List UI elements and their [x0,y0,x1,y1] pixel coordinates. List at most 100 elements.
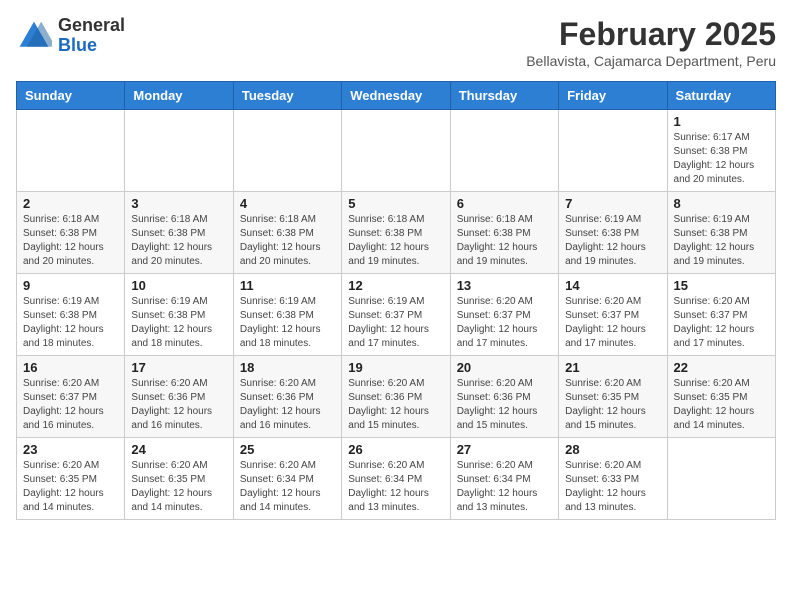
day-info: Sunrise: 6:20 AM Sunset: 6:35 PM Dayligh… [131,459,226,515]
day-info: Sunrise: 6:20 AM Sunset: 6:36 PM Dayligh… [240,377,335,433]
day-info: Sunrise: 6:20 AM Sunset: 6:36 PM Dayligh… [348,377,443,433]
calendar-cell: 8 Sunrise: 6:19 AM Sunset: 6:38 PM Daylig… [667,192,775,274]
day-number: 18 [240,360,335,375]
calendar-cell: 23 Sunrise: 6:20 AM Sunset: 6:35 PM Dayli… [17,438,125,520]
calendar-cell: 5 Sunrise: 6:18 AM Sunset: 6:38 PM Daylig… [342,192,450,274]
logo-icon [16,18,52,54]
calendar-cell [559,110,667,192]
calendar-cell: 19Sunrise: 6:20 AM Sunset: 6:36 PM Dayli… [342,356,450,438]
page-title: February 2025 [526,16,776,53]
calendar-cell: 7 Sunrise: 6:19 AM Sunset: 6:38 PM Daylig… [559,192,667,274]
day-number: 23 [23,442,118,457]
day-info: Sunrise: 6:20 AM Sunset: 6:35 PM Dayligh… [674,377,769,433]
day-info: Sunrise: 6:20 AM Sunset: 6:37 PM Dayligh… [23,377,118,433]
logo: General Blue [16,16,125,56]
calendar-cell [125,110,233,192]
calendar-cell: 11 Sunrise: 6:19 AM Sunset: 6:38 PM Dayli… [233,274,341,356]
calendar-week-row: 2 Sunrise: 6:18 AM Sunset: 6:38 PM Daylig… [17,192,776,274]
calendar-cell [667,438,775,520]
calendar-cell [342,110,450,192]
day-info: Sunrise: 6:20 AM Sunset: 6:36 PM Dayligh… [131,377,226,433]
calendar-cell [233,110,341,192]
day-info: Sunrise: 6:20 AM Sunset: 6:37 PM Dayligh… [457,295,552,351]
calendar-cell: 10 Sunrise: 6:19 AM Sunset: 6:38 PM Dayli… [125,274,233,356]
day-number: 17 [131,360,226,375]
calendar-cell: 21 Sunrise: 6:20 AM Sunset: 6:35 PM Dayli… [559,356,667,438]
calendar-week-row: 23 Sunrise: 6:20 AM Sunset: 6:35 PM Dayli… [17,438,776,520]
calendar-cell: 9 Sunrise: 6:19 AM Sunset: 6:38 PM Daylig… [17,274,125,356]
day-info: Sunrise: 6:18 AM Sunset: 6:38 PM Dayligh… [131,213,226,269]
calendar-cell: 26 Sunrise: 6:20 AM Sunset: 6:34 PM Dayli… [342,438,450,520]
calendar-week-row: 16 Sunrise: 6:20 AM Sunset: 6:37 PM Dayli… [17,356,776,438]
day-number: 27 [457,442,552,457]
weekday-header: Monday [125,82,233,110]
day-info: Sunrise: 6:20 AM Sunset: 6:33 PM Dayligh… [565,459,660,515]
day-number: 12 [348,278,443,293]
calendar-cell: 4Sunrise: 6:18 AM Sunset: 6:38 PM Daylig… [233,192,341,274]
day-number: 11 [240,278,335,293]
weekday-header: Sunday [17,82,125,110]
calendar-cell: 12Sunrise: 6:19 AM Sunset: 6:37 PM Dayli… [342,274,450,356]
day-number: 15 [674,278,769,293]
day-info: Sunrise: 6:18 AM Sunset: 6:38 PM Dayligh… [348,213,443,269]
day-number: 14 [565,278,660,293]
logo-text: General Blue [58,16,125,56]
day-number: 28 [565,442,660,457]
page-subtitle: Bellavista, Cajamarca Department, Peru [526,53,776,69]
day-info: Sunrise: 6:19 AM Sunset: 6:38 PM Dayligh… [674,213,769,269]
calendar-cell: 3 Sunrise: 6:18 AM Sunset: 6:38 PM Daylig… [125,192,233,274]
day-info: Sunrise: 6:19 AM Sunset: 6:38 PM Dayligh… [565,213,660,269]
day-info: Sunrise: 6:20 AM Sunset: 6:36 PM Dayligh… [457,377,552,433]
calendar-cell [17,110,125,192]
calendar-cell: 15 Sunrise: 6:20 AM Sunset: 6:37 PM Dayli… [667,274,775,356]
calendar-week-row: 9 Sunrise: 6:19 AM Sunset: 6:38 PM Daylig… [17,274,776,356]
day-number: 7 [565,196,660,211]
day-info: Sunrise: 6:19 AM Sunset: 6:38 PM Dayligh… [240,295,335,351]
day-info: Sunrise: 6:20 AM Sunset: 6:37 PM Dayligh… [565,295,660,351]
calendar-cell: 17 Sunrise: 6:20 AM Sunset: 6:36 PM Dayli… [125,356,233,438]
day-info: Sunrise: 6:20 AM Sunset: 6:34 PM Dayligh… [457,459,552,515]
day-info: Sunrise: 6:17 AM Sunset: 6:38 PM Dayligh… [674,131,769,187]
day-number: 9 [23,278,118,293]
calendar-table: SundayMondayTuesdayWednesdayThursdayFrid… [16,81,776,520]
day-number: 2 [23,196,118,211]
day-number: 16 [23,360,118,375]
day-number: 3 [131,196,226,211]
weekday-header: Friday [559,82,667,110]
day-info: Sunrise: 6:19 AM Sunset: 6:38 PM Dayligh… [23,295,118,351]
day-number: 10 [131,278,226,293]
calendar-cell: 22Sunrise: 6:20 AM Sunset: 6:35 PM Dayli… [667,356,775,438]
calendar-cell: 20 Sunrise: 6:20 AM Sunset: 6:36 PM Dayli… [450,356,558,438]
day-number: 24 [131,442,226,457]
weekday-header: Thursday [450,82,558,110]
calendar-cell: 28 Sunrise: 6:20 AM Sunset: 6:33 PM Dayli… [559,438,667,520]
calendar-cell: 16 Sunrise: 6:20 AM Sunset: 6:37 PM Dayli… [17,356,125,438]
day-number: 5 [348,196,443,211]
day-number: 26 [348,442,443,457]
day-info: Sunrise: 6:20 AM Sunset: 6:35 PM Dayligh… [565,377,660,433]
day-number: 25 [240,442,335,457]
calendar-cell: 27 Sunrise: 6:20 AM Sunset: 6:34 PM Dayli… [450,438,558,520]
day-info: Sunrise: 6:20 AM Sunset: 6:34 PM Dayligh… [348,459,443,515]
title-block: February 2025 Bellavista, Cajamarca Depa… [526,16,776,69]
calendar-cell: 13Sunrise: 6:20 AM Sunset: 6:37 PM Dayli… [450,274,558,356]
day-info: Sunrise: 6:18 AM Sunset: 6:38 PM Dayligh… [457,213,552,269]
weekday-header: Tuesday [233,82,341,110]
day-number: 1 [674,114,769,129]
calendar-cell [450,110,558,192]
day-number: 8 [674,196,769,211]
calendar-cell: 2 Sunrise: 6:18 AM Sunset: 6:38 PM Daylig… [17,192,125,274]
day-info: Sunrise: 6:18 AM Sunset: 6:38 PM Dayligh… [240,213,335,269]
page-header: General Blue February 2025 Bellavista, C… [16,16,776,69]
weekday-header: Saturday [667,82,775,110]
calendar-cell: 1 Sunrise: 6:17 AM Sunset: 6:38 PM Daylig… [667,110,775,192]
day-info: Sunrise: 6:18 AM Sunset: 6:38 PM Dayligh… [23,213,118,269]
day-number: 20 [457,360,552,375]
day-info: Sunrise: 6:20 AM Sunset: 6:37 PM Dayligh… [674,295,769,351]
day-number: 21 [565,360,660,375]
calendar-cell: 18 Sunrise: 6:20 AM Sunset: 6:36 PM Dayli… [233,356,341,438]
weekday-header: Wednesday [342,82,450,110]
day-info: Sunrise: 6:20 AM Sunset: 6:35 PM Dayligh… [23,459,118,515]
calendar-cell: 24 Sunrise: 6:20 AM Sunset: 6:35 PM Dayli… [125,438,233,520]
day-info: Sunrise: 6:19 AM Sunset: 6:38 PM Dayligh… [131,295,226,351]
